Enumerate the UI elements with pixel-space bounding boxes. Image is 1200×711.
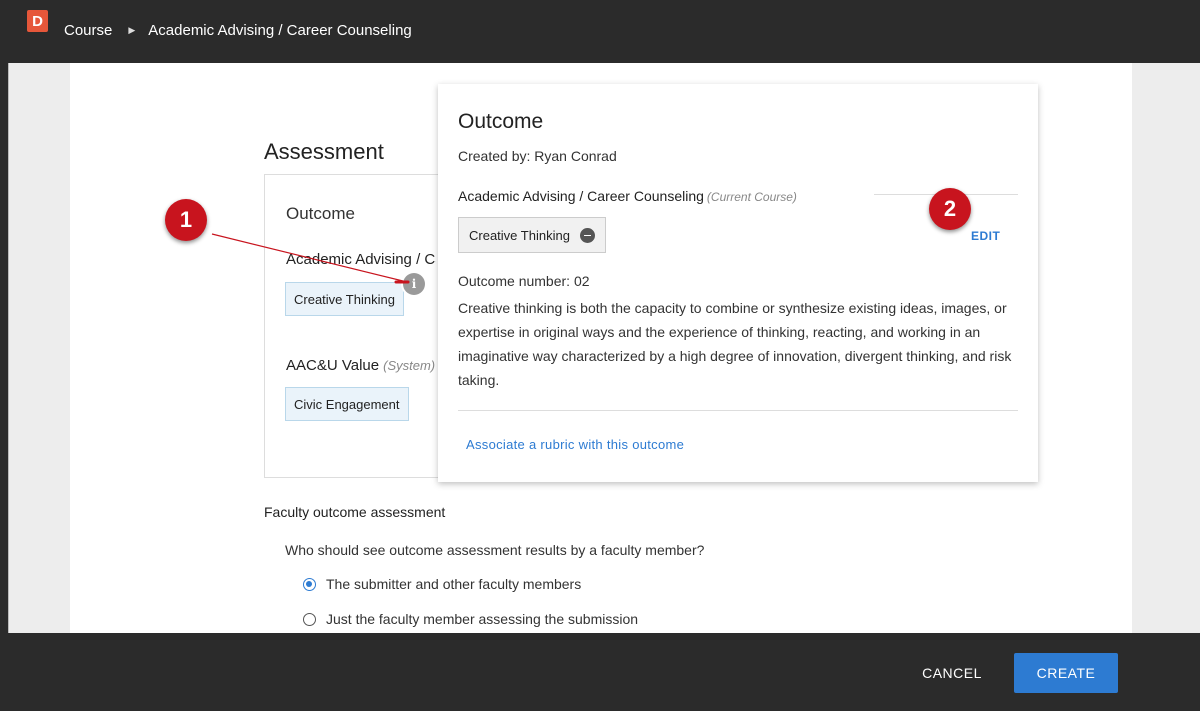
breadcrumb-current: Academic Advising / Career Counseling bbox=[148, 22, 412, 39]
left-edge-divider bbox=[8, 63, 9, 633]
popover-chip-label: Creative Thinking bbox=[469, 227, 570, 243]
assessment-title: Assessment bbox=[264, 139, 384, 164]
radio-checked-icon[interactable] bbox=[303, 577, 316, 591]
radio-label: Just the faculty member assessing the su… bbox=[326, 611, 639, 627]
remove-icon[interactable] bbox=[579, 227, 595, 243]
outcome-chip-creative-thinking[interactable]: Creative Thinking bbox=[285, 282, 404, 316]
popover-title: Outcome bbox=[458, 110, 544, 133]
edit-button[interactable]: EDIT bbox=[971, 229, 1000, 243]
outcome-chip-civic-engagement[interactable]: Civic Engagement bbox=[285, 387, 409, 421]
callout-badge-1: 1 bbox=[165, 199, 207, 241]
associate-rubric-link[interactable]: Associate a rubric with this outcome bbox=[466, 437, 684, 452]
radio-label: The submitter and other faculty members bbox=[326, 576, 582, 592]
radio-unchecked-icon[interactable] bbox=[303, 612, 316, 626]
aacu-system-suffix: (System) bbox=[383, 358, 436, 373]
popover-course-name: Academic Advising / Career Counseling bbox=[458, 188, 704, 204]
radio-option-submitter-and-faculty[interactable]: The submitter and other faculty members bbox=[303, 576, 581, 592]
left-edge bbox=[0, 63, 8, 711]
outcome-popover: Outcome Created by: Ryan Conrad Academic… bbox=[438, 84, 1038, 482]
app-logo[interactable]: D bbox=[27, 10, 48, 32]
popover-created-by: Created by: Ryan Conrad bbox=[458, 148, 617, 164]
popover-course: Academic Advising / Career Counseling (Cu… bbox=[458, 188, 797, 204]
chevron-right-icon: ▶ bbox=[128, 25, 136, 35]
faculty-assessment-title: Faculty outcome assessment bbox=[264, 504, 446, 520]
popover-outcome-chip: Creative Thinking bbox=[458, 217, 606, 253]
faculty-question: Who should see outcome assessment result… bbox=[285, 542, 705, 558]
cancel-button[interactable]: CANCEL bbox=[904, 653, 1000, 693]
callout-badge-2: 2 bbox=[929, 188, 971, 230]
popover-description: Creative thinking is both the capacity t… bbox=[458, 300, 1012, 388]
footer-bar: CANCEL CREATE bbox=[0, 633, 1200, 711]
popover-course-suffix: (Current Course) bbox=[706, 190, 797, 204]
radio-option-just-assessor[interactable]: Just the faculty member assessing the su… bbox=[303, 611, 638, 627]
breadcrumb: Course ▶ Academic Advising / Career Coun… bbox=[64, 22, 412, 39]
create-button[interactable]: CREATE bbox=[1014, 653, 1118, 693]
popover-outcome-number: Outcome number: 02 bbox=[458, 273, 590, 289]
breadcrumb-course[interactable]: Course bbox=[64, 22, 112, 39]
aacu-label-text: AAC&U Value bbox=[286, 357, 380, 374]
top-bar: D Course ▶ Academic Advising / Career Co… bbox=[0, 0, 1200, 63]
popover-divider bbox=[458, 410, 1018, 411]
info-icon[interactable]: i bbox=[403, 273, 425, 295]
outcome-section-label: Outcome bbox=[286, 204, 355, 223]
aacu-label: AAC&U Value (System) bbox=[286, 357, 438, 374]
course-label: Academic Advising / Career Counseling bbox=[286, 251, 436, 268]
